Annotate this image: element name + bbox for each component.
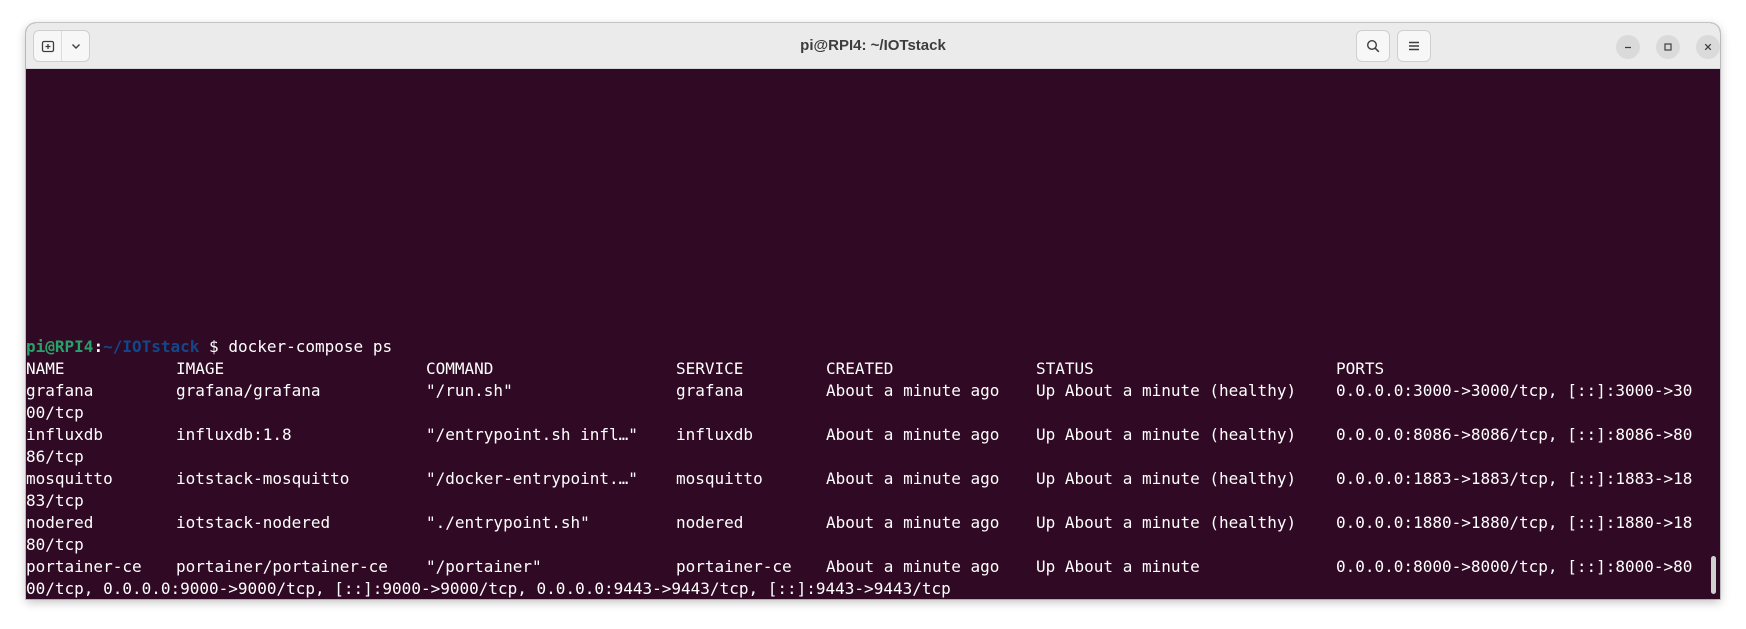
title-bar: pi@RPI4: ~/IOTstack (26, 23, 1720, 69)
table-header: NAME IMAGE COMMAND SERVICE CREATED STATU… (26, 358, 1384, 380)
header-created: CREATED (826, 359, 894, 378)
cell-image: iotstack-mosquitto (176, 469, 350, 488)
cell-status: Up About a minute (healthy) (1036, 381, 1297, 400)
prompt-user-host: pi@RPI4 (26, 337, 94, 356)
menu-button[interactable] (1397, 30, 1431, 62)
table-row: mosquitto iotstack-mosquitto "/docker-en… (26, 468, 1692, 490)
cell-name: nodered (26, 513, 94, 532)
terminal-output[interactable]: pi@RPI4:~/IOTstack $ docker-compose ps N… (26, 70, 1720, 599)
cell-service: nodered (676, 513, 744, 532)
cell-image: influxdb:1.8 (176, 425, 292, 444)
cell-service: influxdb (676, 425, 754, 444)
cell-command: "./entrypoint.sh" (426, 513, 590, 532)
cell-name: grafana (26, 381, 94, 400)
ports-wrap-line: 83/tcp (26, 491, 84, 510)
hamburger-menu-icon (1409, 41, 1419, 51)
cell-status: Up About a minute (healthy) (1036, 469, 1297, 488)
ports-wrap-line: 00/tcp (26, 403, 84, 422)
search-button[interactable] (1356, 30, 1390, 62)
cell-created: About a minute ago (826, 513, 1000, 532)
prompt-dollar: $ (209, 337, 219, 356)
scrollbar[interactable] (1711, 556, 1716, 594)
cell-service: grafana (676, 381, 744, 400)
search-icon (1366, 39, 1380, 53)
minimize-icon (1625, 46, 1631, 49)
cell-image: portainer/portainer-ce (176, 557, 388, 576)
cell-status: Up About a minute (healthy) (1036, 513, 1297, 532)
cell-ports: 0.0.0.0:8086->8086/tcp, [::]:8086->80 (1336, 425, 1693, 444)
table-row: portainer-ce portainer/portainer-ce "/po… (26, 556, 1692, 578)
cell-service: mosquitto (676, 469, 763, 488)
header-image: IMAGE (176, 359, 225, 378)
cell-command: "/portainer" (426, 557, 542, 576)
cell-image: iotstack-nodered (176, 513, 331, 532)
cell-created: About a minute ago (826, 425, 1000, 444)
header-ports: PORTS (1336, 359, 1385, 378)
cell-ports: 0.0.0.0:3000->3000/tcp, [::]:3000->30 (1336, 381, 1693, 400)
cell-ports: 0.0.0.0:1883->1883/tcp, [::]:1883->18 (1336, 469, 1693, 488)
cell-status: Up About a minute (healthy) (1036, 425, 1297, 444)
cell-service: portainer-ce (676, 557, 792, 576)
window-title: pi@RPI4: ~/IOTstack (800, 37, 946, 54)
cell-created: About a minute ago (826, 469, 1000, 488)
cell-status: Up About a minute (1036, 557, 1200, 576)
cell-created: About a minute ago (826, 381, 1000, 400)
header-name: NAME (26, 359, 65, 378)
cell-name: influxdb (26, 425, 104, 444)
command-text: docker-compose ps (228, 337, 393, 356)
ports-wrap-line: 80/tcp (26, 535, 84, 554)
table-row: influxdb influxdb:1.8 "/entrypoint.sh in… (26, 424, 1692, 446)
ports-wrap-line: 86/tcp (26, 447, 84, 466)
cell-image: grafana/grafana (176, 381, 321, 400)
cell-command: "/run.sh" (426, 381, 513, 400)
prompt-path: ~/IOTstack (103, 337, 200, 356)
maximize-icon (1664, 43, 1672, 51)
cell-created: About a minute ago (826, 557, 1000, 576)
header-status: STATUS (1036, 359, 1094, 378)
cell-command: "/docker-entrypoint.…" (426, 469, 638, 488)
cell-command: "/entrypoint.sh infl…" (426, 425, 638, 444)
cell-name: portainer-ce (26, 557, 142, 576)
header-service: SERVICE (676, 359, 744, 378)
cell-ports: 0.0.0.0:1880->1880/tcp, [::]:1880->18 (1336, 513, 1693, 532)
close-button[interactable] (1696, 35, 1720, 59)
cell-ports: 0.0.0.0:8000->8000/tcp, [::]:8000->80 (1336, 557, 1693, 576)
close-icon (1704, 43, 1712, 51)
maximize-button[interactable] (1656, 35, 1680, 59)
prompt-colon: : (93, 337, 104, 356)
command-line: pi@RPI4:~/IOTstack $ docker-compose ps (26, 336, 392, 358)
table-row: grafana grafana/grafana "/run.sh" grafan… (26, 380, 1692, 402)
minimize-button[interactable] (1616, 35, 1640, 59)
terminal-window: pi@RPI4: ~/IOTstack pi@RPI4:~/IOTstack $… (26, 23, 1720, 599)
cell-name: mosquitto (26, 469, 113, 488)
ports-wrap-line: 00/tcp, 0.0.0.0:9000->9000/tcp, [::]:900… (26, 579, 951, 598)
header-command: COMMAND (426, 359, 494, 378)
table-row: nodered iotstack-nodered "./entrypoint.s… (26, 512, 1692, 534)
